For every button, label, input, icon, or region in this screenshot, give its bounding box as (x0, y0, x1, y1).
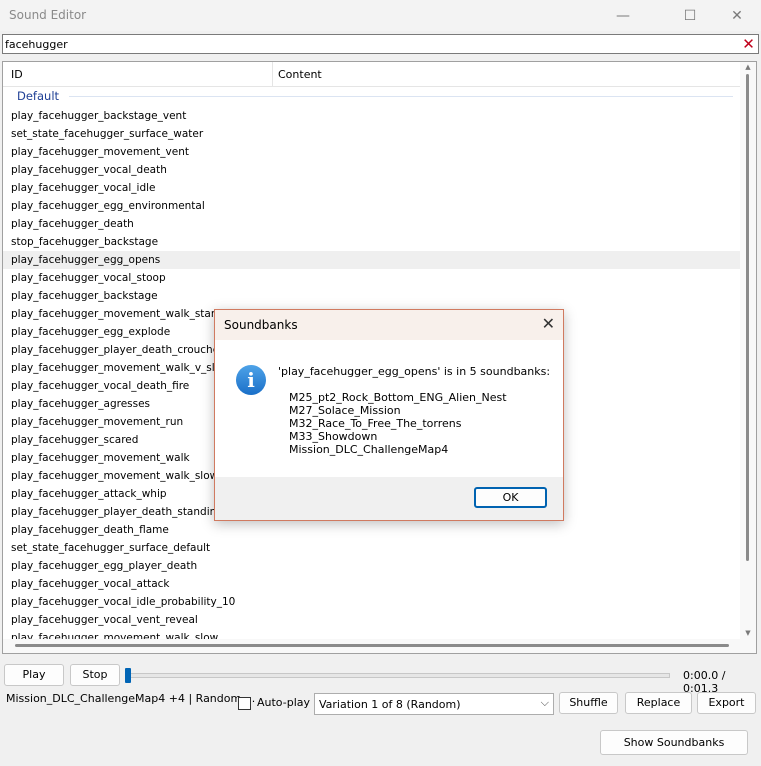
dialog-title-bar: Soundbanks ✕ (215, 310, 563, 340)
group-divider (69, 96, 733, 97)
list-item[interactable]: play_facehugger_movement_vent (3, 143, 741, 161)
list-item[interactable]: play_facehugger_vocal_attack (3, 575, 741, 593)
soundbank-item: M27_Solace_Mission (289, 404, 401, 417)
column-header-id[interactable]: ID (11, 68, 23, 81)
chevron-down-icon: ⌵ (540, 696, 549, 709)
group-header[interactable]: Default (17, 89, 59, 103)
stop-button[interactable]: Stop (70, 664, 120, 686)
info-icon: i (236, 365, 266, 395)
vertical-scrollbar[interactable]: ▲ ▼ (740, 62, 756, 653)
list-item[interactable]: set_state_facehugger_surface_water (3, 125, 741, 143)
soundbank-item: Mission_DLC_ChallengeMap4 (289, 443, 449, 456)
list-item[interactable]: play_facehugger_vocal_idle_probability_1… (3, 593, 741, 611)
list-item[interactable]: play_facehugger_egg_opens (3, 251, 741, 269)
vertical-scroll-thumb[interactable] (746, 74, 749, 561)
list-item[interactable]: play_facehugger_vocal_vent_reveal (3, 611, 741, 629)
variation-value: Variation 1 of 8 (Random) (319, 698, 461, 711)
soundbanks-dialog: Soundbanks ✕ i 'play_facehugger_egg_open… (214, 309, 564, 521)
variation-select[interactable]: Variation 1 of 8 (Random) ⌵ (314, 693, 554, 715)
list-item[interactable]: play_facehugger_egg_environmental (3, 197, 741, 215)
list-item[interactable]: play_facehugger_vocal_idle (3, 179, 741, 197)
dialog-message: 'play_facehugger_egg_opens' is in 5 soun… (278, 365, 551, 378)
scroll-up-icon[interactable]: ▲ (740, 63, 756, 71)
list-item[interactable]: play_facehugger_death (3, 215, 741, 233)
soundbank-item: M25_pt2_Rock_Bottom_ENG_Alien_Nest (289, 391, 507, 404)
column-header-content[interactable]: Content (278, 68, 322, 81)
soundbank-item: M33_Showdown (289, 430, 378, 443)
seek-slider-thumb[interactable] (125, 668, 131, 683)
autoplay-checkbox[interactable] (238, 697, 251, 710)
list-item[interactable]: play_facehugger_backstage_vent (3, 107, 741, 125)
ok-button[interactable]: OK (474, 487, 547, 508)
list-item[interactable]: set_state_facehugger_surface_default (3, 539, 741, 557)
replace-button[interactable]: Replace (625, 692, 692, 714)
list-item[interactable]: play_facehugger_death_flame (3, 521, 741, 539)
clear-search-icon[interactable]: ✕ (740, 36, 757, 52)
list-item[interactable]: play_facehugger_vocal_stoop (3, 269, 741, 287)
maximize-icon[interactable]: ☐ (667, 0, 713, 31)
dialog-footer: OK (215, 477, 563, 520)
dialog-title: Soundbanks (224, 318, 298, 332)
horizontal-scroll-thumb[interactable] (15, 644, 729, 647)
seek-track[interactable] (127, 673, 670, 678)
soundbank-info: Mission_DLC_ChallengeMap4 +4 | Random ..… (6, 692, 256, 705)
dialog-close-icon[interactable]: ✕ (542, 314, 555, 333)
list-item[interactable]: play_facehugger_vocal_death (3, 161, 741, 179)
close-icon[interactable]: ✕ (714, 0, 760, 31)
scroll-down-icon[interactable]: ▼ (740, 629, 756, 637)
show-soundbanks-button[interactable]: Show Soundbanks (600, 730, 748, 755)
horizontal-scrollbar[interactable] (3, 639, 741, 653)
soundbank-item: M32_Race_To_Free_The_torrens (289, 417, 462, 430)
play-button[interactable]: Play (4, 664, 64, 686)
window-title: Sound Editor (9, 8, 87, 22)
shuffle-button[interactable]: Shuffle (559, 692, 618, 714)
search-input[interactable] (5, 36, 735, 52)
list-item[interactable]: stop_facehugger_backstage (3, 233, 741, 251)
search-box: ✕ (2, 34, 759, 54)
minimize-icon[interactable]: — (600, 0, 646, 31)
list-item[interactable]: play_facehugger_backstage (3, 287, 741, 305)
title-bar: Sound Editor — ☐ ✕ (0, 0, 761, 31)
export-button[interactable]: Export (697, 692, 756, 714)
list-item[interactable]: play_facehugger_egg_player_death (3, 557, 741, 575)
column-separator[interactable] (272, 62, 273, 86)
soundbank-list: M25_pt2_Rock_Bottom_ENG_Alien_Nest M27_So… (289, 391, 507, 456)
autoplay-label[interactable]: Auto-play (257, 696, 310, 709)
column-header-row: ID Content (3, 62, 741, 87)
